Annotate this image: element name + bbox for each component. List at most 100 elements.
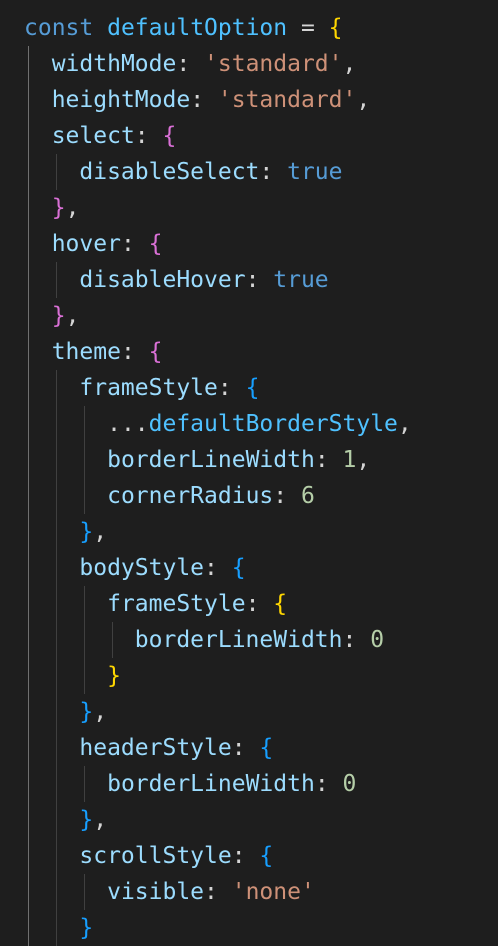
code-line[interactable]: heightMode: 'standard', (24, 82, 412, 118)
code-token: : (245, 591, 274, 617)
code-token: scrollStyle (79, 843, 232, 869)
code-line[interactable]: disableSelect: true (24, 154, 412, 190)
code-line[interactable]: frameStyle: { (24, 370, 412, 406)
code-token: } (51, 195, 66, 221)
code-line[interactable]: }, (24, 694, 412, 730)
code-token: frameStyle (107, 591, 246, 617)
code-token: , (397, 411, 412, 437)
code-token: frameStyle (79, 375, 218, 401)
code-line[interactable]: headerStyle: { (24, 730, 412, 766)
code-token: , (356, 87, 371, 113)
code-token: { (245, 375, 260, 401)
code-token: : (273, 483, 301, 509)
code-token: select (51, 123, 135, 149)
code-line[interactable]: }, (24, 802, 412, 838)
code-token: widthMode (51, 51, 177, 77)
code-token: : (245, 267, 274, 293)
code-token: : (120, 339, 149, 365)
code-line[interactable]: }, (24, 190, 412, 226)
code-token: borderLineWidth (107, 447, 315, 473)
code-line[interactable]: disableHover: true (24, 262, 412, 298)
code-token: disableHover (79, 267, 246, 293)
code-line[interactable]: scrollStyle: { (24, 838, 412, 874)
code-line[interactable]: frameStyle: { (24, 586, 412, 622)
code-token: theme (51, 339, 121, 365)
code-token: cornerRadius (107, 483, 274, 509)
code-line[interactable]: }, (24, 514, 412, 550)
code-token: : (204, 555, 232, 581)
code-token: { (259, 735, 274, 761)
code-line[interactable]: visible: 'none' (24, 874, 412, 910)
code-line[interactable]: bodyStyle: { (24, 550, 412, 586)
code-token: : (134, 123, 163, 149)
code-token: : (217, 375, 246, 401)
code-token: { (273, 591, 288, 617)
code-token: , (65, 195, 80, 221)
code-token: 'standard' (204, 51, 343, 77)
code-line[interactable]: borderLineWidth: 0 (24, 766, 412, 802)
code-token: : (231, 843, 260, 869)
code-line[interactable]: borderLineWidth: 1, (24, 442, 412, 478)
code-line[interactable]: widthMode: 'standard', (24, 46, 412, 82)
code-token: , (65, 303, 80, 329)
code-line[interactable]: cornerRadius: 6 (24, 478, 412, 514)
code-token: defaultOption (107, 15, 288, 41)
code-content[interactable]: const defaultOption = { widthMode: 'stan… (24, 10, 412, 946)
code-line[interactable]: const defaultOption = { (24, 10, 412, 46)
code-line[interactable]: hover: { (24, 226, 412, 262)
code-token: : (176, 51, 205, 77)
code-token: headerStyle (79, 735, 232, 761)
code-line[interactable]: } (24, 658, 412, 694)
code-token: disableSelect (79, 159, 260, 185)
code-token: , (356, 447, 371, 473)
code-token: : (314, 447, 343, 473)
code-token: : (204, 879, 232, 905)
code-line[interactable]: theme: { (24, 334, 412, 370)
code-token: defaultBorderStyle (148, 411, 398, 437)
code-token: { (162, 123, 177, 149)
code-line[interactable]: borderLineWidth: 0 (24, 622, 412, 658)
code-token: 'standard' (217, 87, 357, 113)
code-token: visible (107, 879, 205, 905)
code-token: } (79, 807, 94, 833)
code-token: : (342, 627, 371, 653)
code-token: , (93, 699, 108, 725)
code-token: hover (51, 231, 121, 257)
code-token: bodyStyle (79, 555, 205, 581)
code-token: 0 (342, 771, 357, 797)
code-line[interactable]: ...defaultBorderStyle, (24, 406, 412, 442)
code-token: : (120, 231, 149, 257)
code-editor[interactable]: const defaultOption = { widthMode: 'stan… (0, 0, 498, 946)
code-token: borderLineWidth (134, 627, 343, 653)
code-token: true (287, 159, 343, 185)
code-line[interactable]: select: { (24, 118, 412, 154)
code-token: } (51, 303, 66, 329)
code-token: ... (107, 411, 149, 437)
code-line[interactable]: } (24, 910, 412, 946)
code-token: { (148, 339, 163, 365)
code-line[interactable]: }, (24, 298, 412, 334)
code-token: { (231, 555, 246, 581)
code-token: const (24, 15, 94, 41)
